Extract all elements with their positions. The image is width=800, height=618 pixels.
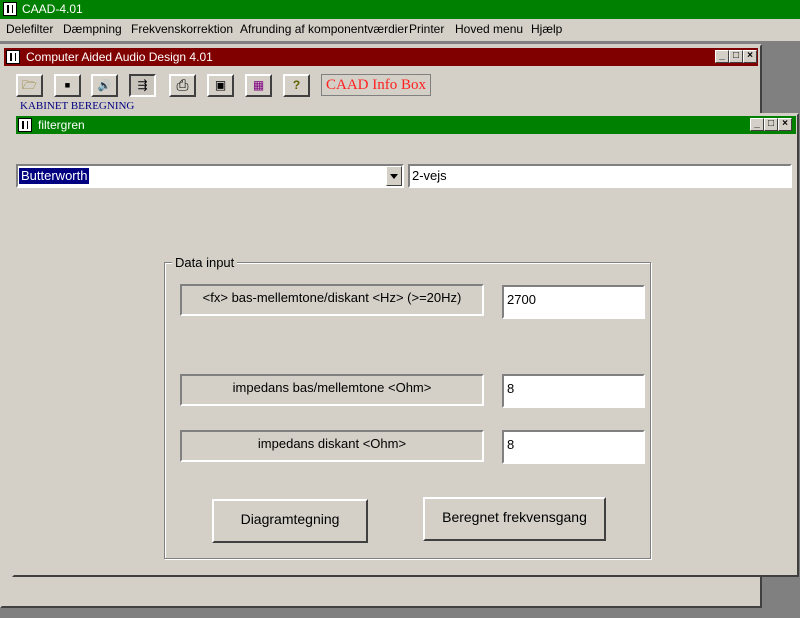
print-button[interactable]: ⎙ xyxy=(169,74,196,97)
menu-frekvenskorrektion[interactable]: Frekvenskorrektion xyxy=(131,22,233,36)
close-button[interactable]: × xyxy=(743,50,757,63)
impedance-tweeter-label: impedans diskant <Ohm> xyxy=(180,430,484,462)
calculator-button[interactable]: ▣ xyxy=(207,74,234,97)
menu-daempning[interactable]: Dæmpning xyxy=(63,22,122,36)
main-window-title: Computer Aided Audio Design 4.01 xyxy=(26,50,213,64)
filtergren-window-icon[interactable] xyxy=(18,118,32,132)
help-button[interactable]: ? xyxy=(283,74,310,97)
filtergren-minimize-button[interactable]: _ xyxy=(750,118,764,131)
caad-info-box[interactable]: CAAD Info Box xyxy=(321,74,431,96)
grid-icon: ▦ xyxy=(252,78,265,92)
filtergren-maximize-button[interactable]: □ xyxy=(764,118,778,131)
crossover-icon: ⇶ xyxy=(137,78,148,92)
menu-hoved-menu[interactable]: Hoved menu xyxy=(455,22,523,36)
app-icon[interactable] xyxy=(3,2,17,16)
save-disk-icon: ▪ xyxy=(64,75,71,95)
menu-afrunding[interactable]: Afrunding af komponentværdier xyxy=(240,22,408,36)
main-window-icon[interactable] xyxy=(6,50,20,64)
calculator-icon: ▣ xyxy=(214,78,227,92)
grid-button[interactable]: ▦ xyxy=(245,74,272,97)
menu-bar: Delefilter Dæmpning Frekvenskorrektion A… xyxy=(0,19,800,41)
speaker-icon: 🔊 xyxy=(97,80,112,92)
filter-type-value: Butterworth xyxy=(19,168,90,184)
frequency-response-button[interactable]: Beregnet frekvensgang xyxy=(423,497,606,541)
impedance-tweeter-input[interactable]: 8 xyxy=(502,430,645,464)
open-button[interactable]: 🗁 xyxy=(16,74,43,97)
diagram-button[interactable]: Diagramtegning xyxy=(212,499,368,543)
ways-field[interactable]: 2-vejs xyxy=(408,164,792,188)
open-folder-icon: 🗁 xyxy=(22,78,37,92)
menu-hjaelp[interactable]: Hjælp xyxy=(531,22,562,36)
minimize-button[interactable]: _ xyxy=(715,50,729,63)
crossover-frequency-label: <fx> bas-mellemtone/diskant <Hz> (>=20Hz… xyxy=(180,284,484,316)
impedance-woofer-input[interactable]: 8 xyxy=(502,374,645,408)
printer-icon: ⎙ xyxy=(176,77,189,94)
maximize-button[interactable]: □ xyxy=(729,50,743,63)
menu-delefilter[interactable]: Delefilter xyxy=(6,22,53,36)
filtergren-title-bar[interactable]: filtergren _ □ × xyxy=(16,116,796,134)
main-window-title-bar[interactable]: Computer Aided Audio Design 4.01 _ □ × xyxy=(4,48,758,66)
app-title-bar[interactable]: CAAD-4.01 xyxy=(0,0,800,19)
chevron-down-icon[interactable] xyxy=(386,166,402,186)
filtergren-close-button[interactable]: × xyxy=(778,118,792,131)
filtergren-title: filtergren xyxy=(38,118,85,132)
crossover-button[interactable]: ⇶ xyxy=(129,74,156,97)
app-title: CAAD-4.01 xyxy=(22,2,83,16)
filter-type-select[interactable]: Butterworth xyxy=(16,164,404,188)
data-input-legend: Data input xyxy=(172,255,238,270)
help-icon: ? xyxy=(292,78,301,92)
speaker-button[interactable]: 🔊 xyxy=(91,74,118,97)
crossover-frequency-input[interactable]: 2700 xyxy=(502,285,645,319)
save-button[interactable]: ▪ xyxy=(54,74,81,97)
impedance-woofer-label: impedans bas/mellemtone <Ohm> xyxy=(180,374,484,406)
menu-printer[interactable]: Printer xyxy=(409,22,444,36)
kabinet-beregning-label: KABINET BEREGNING xyxy=(20,100,135,112)
